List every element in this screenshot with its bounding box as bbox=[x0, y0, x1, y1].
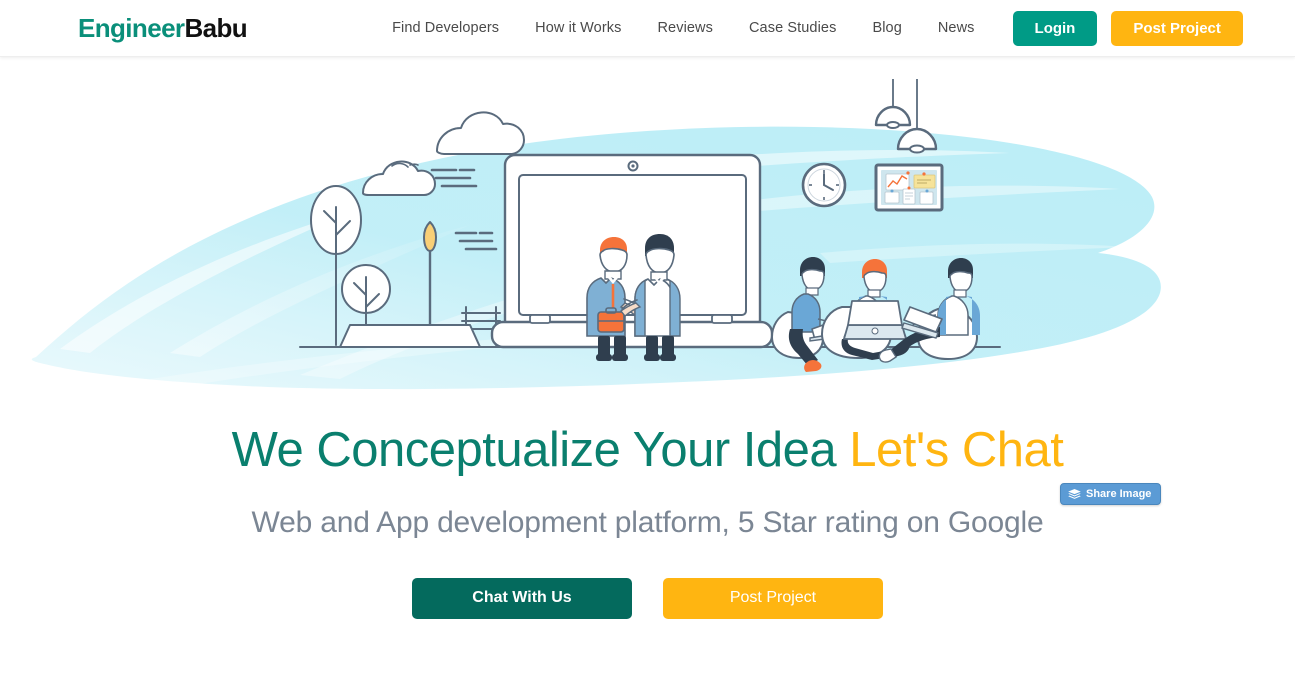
nav-item-reviews[interactable]: Reviews bbox=[657, 20, 713, 36]
layers-icon bbox=[1068, 488, 1081, 500]
platform-left bbox=[339, 324, 481, 348]
logo-part-engineer: Engineer bbox=[78, 13, 185, 43]
hero-subheadline: Web and App development platform, 5 Star… bbox=[251, 505, 1044, 539]
briefcase-icon bbox=[597, 311, 625, 333]
logo-part-babu: Babu bbox=[184, 13, 248, 43]
hero-headline-accent: Let's Chat bbox=[849, 423, 1064, 477]
hero-illustration bbox=[0, 57, 1295, 412]
nav-item-case-studies[interactable]: Case Studies bbox=[749, 20, 836, 36]
header-actions: Login Post Project bbox=[1012, 10, 1243, 46]
hero-headline: We Conceptualize Your Idea Let's Chat bbox=[0, 424, 1295, 477]
share-image-badge[interactable]: Share Image bbox=[1060, 483, 1162, 505]
logo[interactable]: EngineerBabu bbox=[78, 13, 248, 43]
pendant-lamp-left-icon bbox=[874, 79, 912, 129]
pinboard-icon bbox=[874, 163, 944, 212]
main-nav: Find Developers How it Works Reviews Cas… bbox=[392, 20, 974, 36]
chat-with-us-button[interactable]: Chat With Us bbox=[412, 577, 632, 619]
login-button[interactable]: Login bbox=[1012, 10, 1098, 46]
nav-item-blog[interactable]: Blog bbox=[872, 20, 901, 36]
nav-item-how-it-works[interactable]: How it Works bbox=[535, 20, 621, 36]
hero-illustration-svg bbox=[31, 79, 1161, 390]
post-project-button-header[interactable]: Post Project bbox=[1111, 10, 1243, 46]
wall-clock-icon bbox=[801, 162, 847, 208]
post-project-button-hero[interactable]: Post Project bbox=[663, 577, 883, 619]
site-header: EngineerBabu Find Developers How it Work… bbox=[0, 0, 1295, 57]
nav-item-find-developers[interactable]: Find Developers bbox=[392, 20, 499, 36]
hero-cta-group: Chat With Us Post Project bbox=[0, 577, 1295, 619]
cloud-icon-large bbox=[436, 111, 525, 155]
hero-section: We Conceptualize Your Idea Let's Chat We… bbox=[0, 57, 1295, 677]
share-image-label: Share Image bbox=[1086, 488, 1152, 500]
laptop-illustration bbox=[490, 153, 774, 349]
nav-item-news[interactable]: News bbox=[938, 20, 975, 36]
hero-headline-main: We Conceptualize Your Idea bbox=[231, 423, 850, 477]
